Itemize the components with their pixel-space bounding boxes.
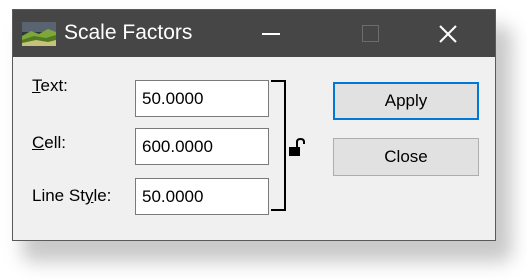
app-icon	[22, 22, 56, 46]
maximize-button	[341, 10, 401, 57]
cell-scale-label: Cell:	[32, 133, 66, 153]
cell-label-rest: ell:	[44, 133, 67, 152]
line-style-scale-label: Line Style:	[32, 186, 111, 206]
window-title: Scale Factors	[64, 21, 193, 44]
lock-toggle-button[interactable]	[289, 137, 309, 163]
minimize-button[interactable]	[241, 10, 301, 57]
maximize-icon	[362, 25, 379, 42]
title-bar[interactable]: Scale Factors	[13, 10, 495, 57]
text-label-accelerator: T	[32, 76, 41, 95]
unlocked-padlock-icon	[289, 137, 305, 156]
scale-factors-dialog: Scale Factors Text: Cell: Line Style: 50…	[12, 9, 496, 241]
text-label-rest: ext:	[40, 76, 68, 95]
minimize-icon	[262, 33, 280, 35]
link-bracket	[271, 80, 286, 211]
apply-button[interactable]: Apply	[333, 82, 479, 120]
line-style-label-after: le:	[93, 186, 112, 205]
close-icon	[439, 25, 457, 43]
line-style-label-before: Line St	[32, 186, 85, 205]
cell-label-accelerator: C	[32, 133, 45, 152]
text-scale-label: Text:	[32, 76, 68, 96]
line-style-scale-field[interactable]	[135, 178, 269, 215]
close-button[interactable]: Close	[333, 138, 479, 176]
close-window-button[interactable]	[417, 10, 477, 57]
text-scale-field[interactable]	[135, 80, 269, 117]
cell-scale-field[interactable]	[135, 128, 269, 165]
